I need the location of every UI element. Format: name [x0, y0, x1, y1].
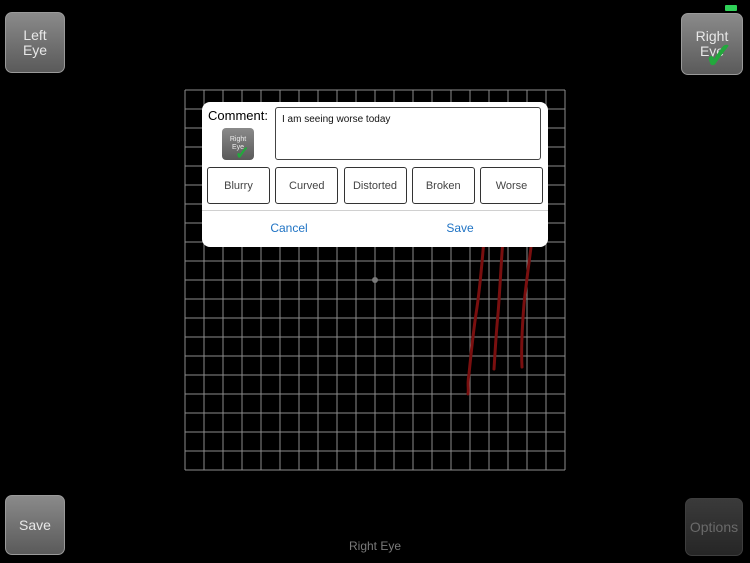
left-eye-label-line1: Left	[23, 26, 47, 43]
distortion-strokes	[466, 237, 534, 396]
checkmark-icon: ✓	[703, 35, 734, 76]
left-eye-label-line2: Eye	[22, 41, 48, 58]
save-button[interactable]: Save	[5, 495, 65, 555]
save-button-label: Save	[19, 516, 51, 533]
left-eye-button[interactable]: Left Eye	[5, 12, 65, 73]
tag-button-blurry[interactable]: Blurry	[207, 167, 270, 204]
tag-button-broken[interactable]: Broken	[411, 167, 475, 204]
options-button[interactable]: Options	[685, 498, 743, 556]
checkmark-icon: ✓	[234, 143, 250, 160]
amsler-grid-screen: Left Eye Right Eye ✓ Save Options Right …	[0, 0, 750, 563]
quick-tags: Blurry Curved Distorted Broken Worse	[207, 167, 543, 204]
tag-button-worse[interactable]: Worse	[480, 167, 543, 204]
battery-icon	[725, 5, 737, 11]
dialog-divider	[202, 210, 548, 211]
center-fixation-dot	[372, 277, 378, 283]
tag-button-distorted[interactable]: Distorted	[343, 167, 407, 204]
tag-button-curved[interactable]: Curved	[275, 167, 339, 204]
right-eye-badge: Right Eye ✓	[222, 128, 254, 160]
comment-label: Comment:	[208, 108, 268, 123]
comment-input[interactable]: I am seeing worse today	[275, 107, 541, 160]
options-button-label: Options	[689, 518, 739, 535]
cancel-button[interactable]: Cancel	[239, 221, 339, 235]
current-eye-label: Right Eye	[348, 539, 402, 553]
comment-dialog: Comment: Right Eye ✓ I am seeing worse t…	[202, 102, 548, 247]
right-eye-button[interactable]: Right Eye ✓	[681, 13, 743, 75]
distortion-stroke	[492, 237, 505, 371]
dialog-save-button[interactable]: Save	[410, 221, 510, 235]
